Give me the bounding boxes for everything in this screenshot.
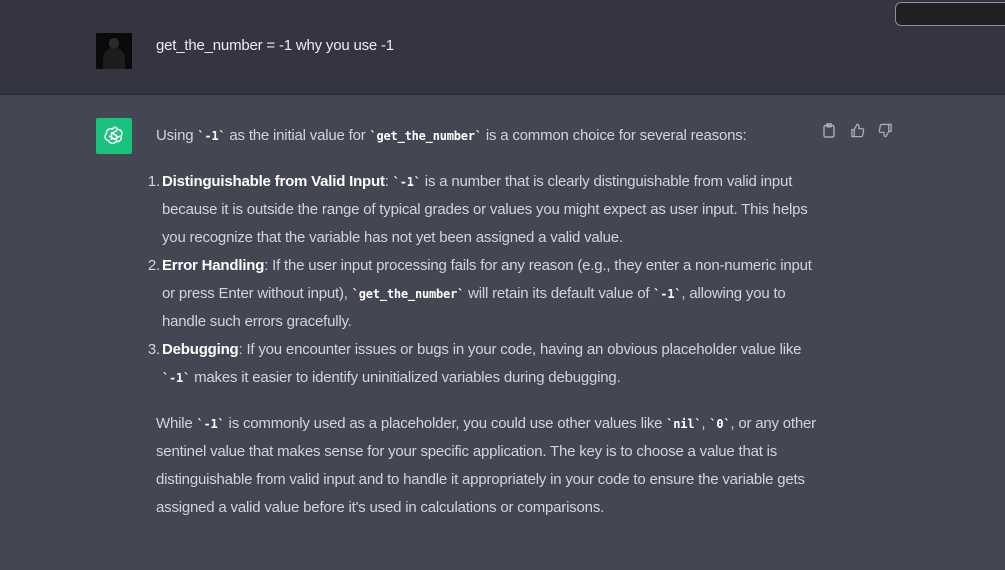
clipboard-icon[interactable] [820,121,838,139]
text-span: as the initial value for [225,127,370,144]
user-avatar [96,33,132,69]
thumbs-up-icon[interactable] [848,121,866,139]
list-item-title: Error Handling [162,257,265,274]
inline-code: `-1` [162,371,191,385]
text-span: is commonly used as a placeholder, you c… [224,415,667,432]
inline-code: `get_the_number` [351,287,465,301]
user-message-text: get_the_number = -1 why you use -1 [156,37,394,54]
list-item: 1. Distinguishable from Valid Input: `-1`… [148,168,816,252]
intro-paragraph: Using `-1` as the initial value for `get… [156,122,816,150]
openai-logo-icon [96,118,132,154]
list-number: 1. [147,173,160,190]
closing-paragraph: While `-1` is commonly used as a placeho… [156,410,816,522]
top-strip [0,0,1005,8]
list-item-title: Distinguishable from Valid Input [162,173,385,190]
thumbs-down-icon[interactable] [876,121,894,139]
text-span: is a common choice for several reasons: [481,127,747,144]
text-span: While [156,415,197,432]
list-item: 2. Error Handling: If the user input proc… [148,252,816,336]
text-span: makes it easier to identify uninitialize… [190,369,621,386]
text-span: Using [156,127,198,144]
assistant-message-row: Using `-1` as the initial value for `get… [0,95,1005,570]
inline-code: `0` [709,417,731,431]
user-message-row: get_the_number = -1 why you use -1 [0,2,1005,95]
inline-code: `-1` [653,287,682,301]
inline-code: `-1` [392,175,421,189]
text-span: : [384,173,393,190]
text-span: : If you encounter issues or bugs in you… [238,341,802,358]
inline-code: `nil` [666,417,702,431]
list-number: 3. [147,341,160,358]
inline-code: `-1` [197,129,226,143]
message-actions [820,121,894,139]
assistant-message-body: Using `-1` as the initial value for `get… [148,122,816,522]
reasons-list: 1. Distinguishable from Valid Input: `-1`… [148,168,816,392]
list-item-title: Debugging [162,341,239,358]
overlay-popup [895,2,1005,26]
inline-code: `get_the_number` [369,129,482,143]
list-number: 2. [147,257,160,274]
inline-code: `-1` [196,417,225,431]
list-item: 3. Debugging: If you encounter issues or … [148,336,816,392]
text-span: will retain its default value of [464,285,654,302]
avatar-body-shape [103,48,125,69]
